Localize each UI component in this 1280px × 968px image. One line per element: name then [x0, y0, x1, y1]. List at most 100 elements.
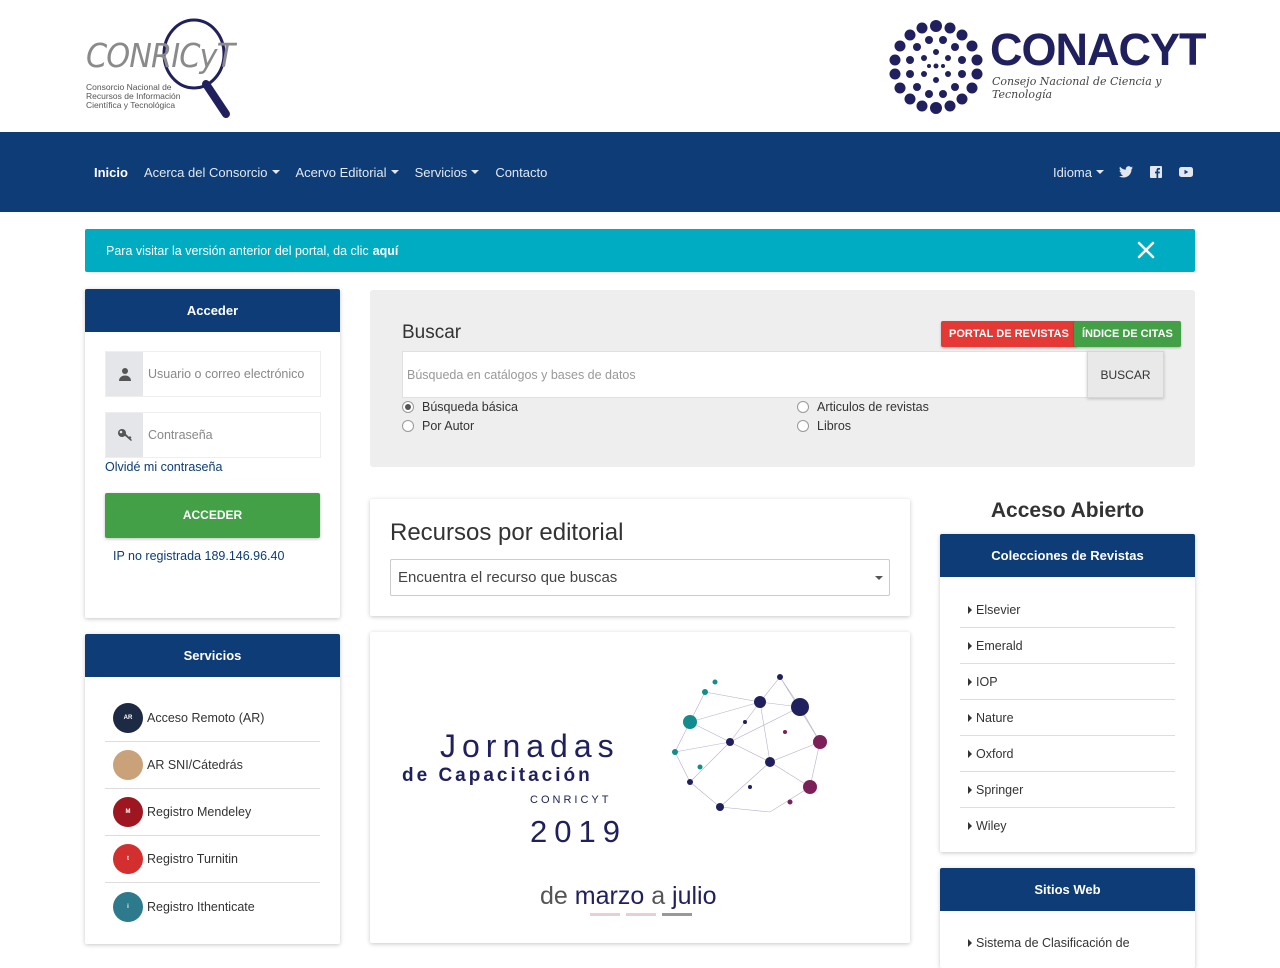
- coleccion-item[interactable]: Emerald: [960, 628, 1175, 664]
- conacyt-tagline: Consejo Nacional de Ciencia y Tecnología: [992, 75, 1162, 101]
- username-field[interactable]: Usuario o correo electrónico: [105, 351, 321, 397]
- login-card: Acceder Usuario o correo electrónico Con…: [85, 289, 340, 618]
- coleccion-item[interactable]: Springer: [960, 772, 1175, 808]
- nav-label: Acervo Editorial: [295, 164, 387, 180]
- caret-right-icon: [968, 641, 972, 650]
- nav-label: Acerca del Consorcio: [143, 164, 268, 180]
- alert-link[interactable]: aquí: [373, 244, 399, 258]
- nav-right: Idioma: [1053, 164, 1194, 180]
- carousel-indicator-active[interactable]: [662, 913, 692, 916]
- radio-label: Por Autor: [422, 419, 475, 433]
- recurso-select[interactable]: Encuentra el recurso que buscas: [390, 559, 890, 596]
- coleccion-item[interactable]: Oxford: [960, 736, 1175, 772]
- portal-revistas-button[interactable]: PORTAL DE REVISTAS: [941, 321, 1077, 347]
- radio-dot: [402, 401, 414, 413]
- caret-down-icon: [875, 576, 883, 580]
- radio-label: Búsqueda básica: [422, 400, 518, 414]
- language-dropdown[interactable]: Idioma: [1053, 165, 1104, 180]
- radio-libros[interactable]: Libros: [797, 419, 851, 433]
- service-item[interactable]: AR SNI/Cátedrás: [105, 742, 320, 789]
- close-icon[interactable]: [1137, 241, 1155, 259]
- caret-right-icon: [968, 749, 972, 758]
- caret-right-icon: [968, 785, 972, 794]
- caret-right-icon: [968, 605, 972, 614]
- search-button[interactable]: BUSCAR: [1087, 351, 1164, 398]
- service-item[interactable]: M Registro Mendeley: [105, 789, 320, 836]
- key-icon: [106, 413, 143, 457]
- coleccion-label: Springer: [976, 782, 1024, 797]
- service-label: Acceso Remoto (AR): [147, 711, 265, 725]
- banner-organizer: CONRICYT: [530, 794, 612, 806]
- forgot-password-link[interactable]: Olvidé mi contraseña: [105, 460, 222, 474]
- caret-down-icon: [390, 170, 399, 174]
- facebook-icon[interactable]: [1148, 164, 1164, 180]
- search-input[interactable]: Búsqueda en catálogos y bases de datos: [402, 351, 1088, 398]
- services-title: Servicios: [85, 634, 340, 677]
- carousel-indicator[interactable]: [626, 913, 656, 916]
- conacyt-logo[interactable]: CONACYT Consejo Nacional de Ciencia y Te…: [886, 18, 1216, 114]
- radio-por-autor[interactable]: Por Autor: [402, 419, 474, 433]
- coleccion-label: IOP: [976, 674, 998, 689]
- radio-dot: [797, 401, 809, 413]
- service-item[interactable]: AR Acceso Remoto (AR): [105, 695, 320, 742]
- turnitin-icon: t: [113, 844, 143, 874]
- coleccion-label: Wiley: [976, 819, 1007, 833]
- coleccion-label: Oxford: [976, 746, 1014, 761]
- service-label: AR SNI/Cátedrás: [147, 758, 243, 772]
- nav-item-inicio[interactable]: Inicio: [86, 165, 136, 180]
- site-header: CONRICyT Consorcio Nacional de Recursos …: [0, 0, 1280, 132]
- login-title: Acceder: [85, 289, 340, 332]
- caret-down-icon: [471, 170, 480, 174]
- twitter-icon[interactable]: [1118, 164, 1134, 180]
- dates-marzo: marzo: [574, 882, 645, 910]
- nav-item-contacto[interactable]: Contacto: [487, 165, 555, 180]
- coleccion-item[interactable]: IOP: [960, 664, 1175, 700]
- colecciones-title: Colecciones de Revistas: [940, 534, 1195, 577]
- dates-julio: julio: [672, 882, 717, 910]
- sitios-title: Sitios Web: [940, 868, 1195, 911]
- radio-dot: [797, 420, 809, 432]
- caret-down-icon: [271, 170, 280, 174]
- mendeley-icon: M: [113, 797, 143, 827]
- colecciones-card: Colecciones de Revistas Elsevier Emerald…: [940, 534, 1195, 852]
- carousel-indicator[interactable]: [590, 913, 620, 916]
- carousel-indicators: [590, 913, 692, 916]
- legacy-portal-alert: Para visitar la versión anterior del por…: [85, 229, 1195, 272]
- conacyt-name: CONACYT: [990, 24, 1206, 75]
- caret-down-icon: [1096, 170, 1104, 174]
- password-input[interactable]: Contraseña: [143, 413, 320, 457]
- conricyt-wordmark: CONRICyT: [86, 36, 235, 75]
- acceder-button[interactable]: ACCEDER: [105, 493, 320, 538]
- coleccion-label: Emerald: [976, 638, 1023, 653]
- nav-label: Contacto: [495, 164, 548, 180]
- conacyt-dots-icon: [889, 20, 983, 114]
- search-panel: Buscar PORTAL DE REVISTAS ÍNDICE DE CITA…: [370, 290, 1195, 467]
- service-item[interactable]: t Registro Turnitin: [105, 836, 320, 883]
- password-field[interactable]: Contraseña: [105, 412, 321, 458]
- radio-articulos[interactable]: Articulos de revistas: [797, 400, 929, 414]
- jornadas-banner[interactable]: Jornadas de Capacitación CONRICYT 2019 d…: [370, 632, 910, 943]
- radio-label: Articulos de revistas: [817, 400, 929, 414]
- caret-right-icon: [968, 677, 972, 686]
- alert-text: Para visitar la versión anterior del por…: [106, 243, 369, 258]
- user-icon: [106, 352, 143, 396]
- nav-label: Inicio: [94, 164, 128, 180]
- youtube-icon[interactable]: [1178, 164, 1194, 180]
- service-item[interactable]: i Registro Ithenticate: [105, 883, 320, 930]
- indice-citas-button[interactable]: ÍNDICE DE CITAS: [1074, 321, 1181, 347]
- sitio-item[interactable]: Sistema de Clasificación de: [968, 936, 1130, 950]
- coleccion-item[interactable]: Elsevier: [960, 592, 1175, 628]
- nav-item-acerca[interactable]: Acerca del Consorcio: [136, 165, 288, 180]
- coleccion-item[interactable]: Wiley: [960, 808, 1175, 844]
- acceso-abierto-title: Acceso Abierto: [990, 499, 1145, 522]
- nav-item-acervo[interactable]: Acervo Editorial: [288, 165, 407, 180]
- network-globe-graphic: [672, 674, 827, 813]
- nav-item-servicios[interactable]: Servicios: [407, 165, 488, 180]
- recursos-card: Recursos por editorial Encuentra el recu…: [370, 499, 910, 616]
- caret-right-icon: [968, 713, 972, 722]
- username-input[interactable]: Usuario o correo electrónico: [143, 352, 320, 396]
- radio-dot: [402, 420, 414, 432]
- radio-busqueda-basica[interactable]: Búsqueda básica: [402, 400, 518, 414]
- coleccion-item[interactable]: Nature: [960, 700, 1175, 736]
- conricyt-logo[interactable]: CONRICyT Consorcio Nacional de Recursos …: [84, 14, 244, 118]
